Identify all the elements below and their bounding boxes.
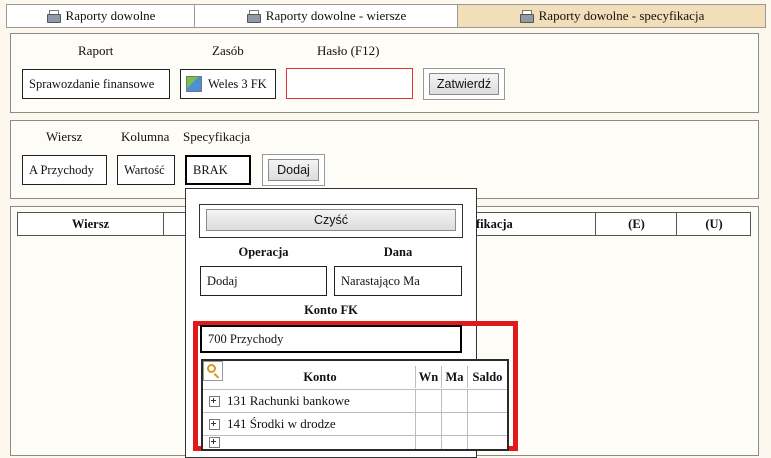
account-row[interactable]: 131 Rachunki bankowe — [203, 389, 507, 412]
account-row[interactable]: 141 Środki w drodze — [203, 412, 507, 435]
tab-raporty-dowolne[interactable]: Raporty dowolne — [6, 4, 195, 28]
dana-label: Dana — [383, 244, 413, 259]
tab-raporty-dowolne-wiersze[interactable]: Raporty dowolne - wiersze — [194, 4, 458, 28]
confirm-button[interactable]: Zatwierdź — [429, 73, 499, 95]
zasob-field[interactable]: Weles 3 FK — [180, 69, 276, 99]
raport-label: Raport — [78, 43, 114, 58]
search-button[interactable] — [203, 361, 223, 381]
wiersz-field[interactable]: A Przychody — [22, 155, 107, 185]
column-header-wiersz[interactable]: Wiersz — [18, 213, 164, 235]
specyfikacja-field[interactable]: BRAK — [185, 155, 251, 185]
kolumna-field[interactable]: Wartość — [117, 155, 175, 185]
dana-field[interactable]: Narastająco Ma — [334, 266, 462, 296]
add-button[interactable]: Dodaj — [268, 159, 319, 181]
printer-icon — [246, 9, 261, 23]
account-row-partial[interactable] — [203, 435, 507, 449]
tab-label: Raporty dowolne — [65, 8, 156, 23]
column-header-specyfikacja[interactable]: fikacja — [476, 213, 596, 235]
kolumna-label: Kolumna — [121, 129, 170, 144]
printer-icon — [46, 9, 61, 23]
column-header-e[interactable]: (E) — [597, 213, 677, 235]
konto-fk-label: Konto FK — [304, 302, 358, 317]
haslo-field[interactable] — [286, 68, 413, 99]
tab-label: Raporty dowolne - specyfikacja — [538, 8, 705, 23]
zasob-label: Zasób — [212, 43, 244, 58]
expand-icon[interactable] — [209, 437, 220, 448]
column-header-u[interactable]: (U) — [678, 213, 750, 235]
globe-icon — [186, 76, 202, 92]
printer-icon — [519, 9, 534, 23]
grid-header-wn[interactable]: Wn — [415, 366, 441, 388]
grid-header-konto[interactable]: Konto — [225, 366, 415, 388]
grid-divider — [441, 389, 442, 449]
tab-label: Raporty dowolne - wiersze — [265, 8, 407, 23]
konto-fk-field[interactable]: 700 Przychody — [200, 325, 462, 353]
expand-icon[interactable] — [209, 395, 220, 407]
zasob-value: Weles 3 FK — [208, 76, 267, 91]
grid-divider — [467, 389, 468, 449]
clear-button[interactable]: Czyść — [206, 209, 456, 231]
grid-header-saldo[interactable]: Saldo — [467, 366, 507, 388]
grid-divider — [415, 389, 416, 449]
operacja-label: Operacja — [238, 244, 289, 259]
operacja-field[interactable]: Dodaj — [200, 266, 327, 296]
raport-field[interactable]: Sprawozdanie finansowe — [22, 69, 170, 99]
grid-header-ma[interactable]: Ma — [441, 366, 467, 388]
magnifier-icon — [207, 364, 216, 373]
magnifier-handle — [213, 373, 220, 379]
expand-icon[interactable] — [209, 418, 220, 430]
haslo-label: Hasło (F12) — [317, 43, 380, 58]
account-name: 141 Środki w drodze — [227, 416, 336, 431]
specyfikacja-label: Specyfikacja — [183, 129, 251, 144]
wiersz-label: Wiersz — [46, 129, 83, 144]
account-name: 131 Rachunki bankowe — [227, 393, 350, 408]
tab-raporty-dowolne-specyfikacja[interactable]: Raporty dowolne - specyfikacja — [457, 4, 766, 28]
